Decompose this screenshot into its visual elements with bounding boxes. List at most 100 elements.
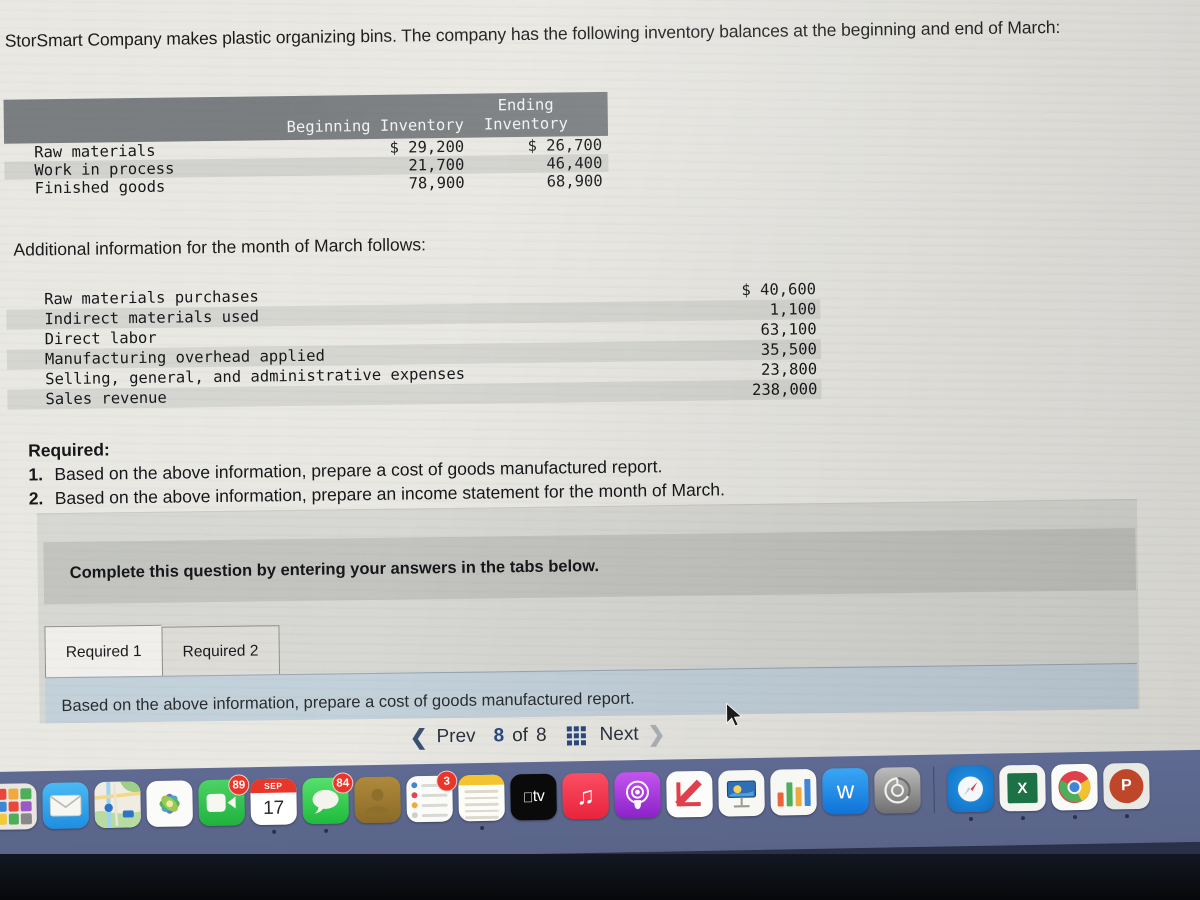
calendar-icon: SEP 17 (250, 778, 298, 826)
row-label: Finished goods (34, 177, 166, 198)
laptop-bezel (0, 854, 1200, 900)
row-beginning-value: 78,900 (408, 173, 465, 193)
row-value: 63,100 (760, 320, 817, 339)
row-ending-value: 68,900 (546, 171, 603, 191)
chevron-left-icon: ❮ (409, 725, 428, 750)
running-indicator (480, 825, 485, 831)
table-header-row: Beginning Inventory Ending Inventory (3, 91, 609, 144)
dock-item-chrome[interactable] (1051, 763, 1098, 820)
row-label: Raw materials purchases (44, 287, 259, 309)
powerpoint-icon: P (1103, 762, 1150, 810)
photos-icon (146, 780, 194, 828)
podcasts-icon (614, 771, 661, 819)
dock-item-system-settings[interactable] (874, 766, 921, 814)
music-icon: ♫ (562, 772, 609, 820)
ending-header-line1: Ending (497, 95, 554, 115)
next-button[interactable]: Next ❯ (599, 722, 665, 748)
dock-separator (933, 766, 935, 813)
macos-dock: 89 SEP 17 84 3 tv ♫ w X P (0, 762, 1150, 846)
dock-item-photos[interactable] (146, 780, 194, 828)
dock-item-notes[interactable] (458, 774, 505, 831)
row-value: 238,000 (751, 380, 818, 400)
prev-button[interactable]: ❮ Prev (410, 724, 476, 750)
panel-instruction-text: Complete this question by entering your … (69, 556, 600, 582)
current-page: 8 (493, 725, 505, 747)
row-ending-value: $ 26,700 (527, 135, 603, 155)
dock-item-powerpoint[interactable]: P (1103, 762, 1150, 819)
excel-icon: X (999, 764, 1046, 812)
reminders-badge: 3 (436, 770, 458, 792)
mouse-cursor (725, 702, 743, 727)
tab-required-1[interactable]: Required 1 (44, 624, 162, 679)
numbers-icon (770, 768, 817, 816)
row-label: Indirect materials used (44, 307, 260, 329)
dock-item-music[interactable]: ♫ (562, 772, 609, 820)
column-header-beginning-inventory: Beginning Inventory (286, 115, 465, 137)
running-indicator (1072, 815, 1078, 820)
running-indicator (272, 829, 277, 834)
gear-icon (874, 766, 921, 814)
dock-item-launchpad[interactable] (0, 783, 38, 830)
facetime-badge: 89 (228, 774, 250, 796)
running-indicator (324, 828, 329, 833)
column-header-ending-inventory: Ending Inventory (446, 95, 606, 135)
macos-dock-area: 89 SEP 17 84 3 tv ♫ w X P (0, 749, 1200, 870)
dock-item-safari[interactable] (947, 765, 994, 822)
row-label: Work in process (34, 159, 175, 180)
grid-icon[interactable] (566, 725, 586, 745)
row-label: Direct labor (44, 328, 157, 349)
keynote-icon (718, 769, 765, 817)
dock-item-app-store[interactable]: w (822, 767, 869, 815)
required-list: 1. Based on the above information, prepa… (28, 454, 725, 511)
dock-item-keynote[interactable] (718, 769, 765, 817)
dock-item-messages[interactable]: 84 (302, 772, 354, 833)
news-icon (666, 770, 713, 818)
notes-icon (458, 774, 505, 822)
calendar-day: 17 (262, 797, 285, 819)
question-pager: ❮ Prev 8 of 8 Next ❯ (410, 707, 811, 762)
prev-label: Prev (436, 725, 476, 748)
question-intro-text: StorSmart Company makes plastic organizi… (4, 16, 1061, 51)
panel-instruction-banner: Complete this question by entering your … (43, 528, 1137, 605)
dock-item-reminders[interactable]: 3 (406, 770, 458, 823)
dock-item-apple-tv[interactable]: tv (510, 773, 557, 821)
additional-information-table: Raw materials purchases $ 40,600 Indirec… (6, 279, 822, 410)
row-value: 23,800 (760, 360, 818, 379)
mail-icon (42, 782, 90, 830)
row-ending-value: 46,400 (546, 153, 603, 173)
maps-icon (94, 781, 142, 829)
row-label: Sales revenue (45, 388, 167, 409)
of-label: of (512, 724, 529, 747)
tab-label: Required 2 (182, 641, 259, 660)
additional-information-title: Additional information for the month of … (13, 234, 426, 260)
powerpoint-label: P (1109, 768, 1144, 804)
tab-required-2[interactable]: Required 2 (161, 625, 280, 677)
running-indicator (1124, 814, 1130, 819)
dock-item-podcasts[interactable] (614, 771, 661, 819)
safari-icon (947, 765, 994, 813)
dock-item-excel[interactable]: X (999, 764, 1046, 821)
running-indicator (1020, 816, 1026, 821)
row-value: 35,500 (760, 340, 817, 359)
required-section: Required: 1. Based on the above informat… (28, 430, 725, 511)
inventory-balances-table: Beginning Inventory Ending Inventory Raw… (3, 91, 609, 198)
dock-item-facetime[interactable]: 89 (198, 774, 250, 827)
launchpad-icon (0, 783, 38, 830)
next-label: Next (599, 723, 639, 746)
dock-item-maps[interactable] (94, 781, 142, 829)
ending-header-line2: Inventory (483, 114, 568, 134)
item-number: 2. (28, 488, 44, 509)
dock-item-calendar[interactable]: SEP 17 (250, 778, 298, 834)
dock-item-numbers[interactable] (770, 768, 817, 816)
row-value: 1,100 (769, 300, 817, 319)
dock-item-contacts[interactable] (354, 776, 401, 824)
dock-item-news[interactable] (666, 770, 713, 818)
row-label: Raw materials (34, 141, 156, 162)
apple-tv-icon: tv (510, 773, 557, 821)
contacts-icon (354, 776, 401, 824)
answer-panel: Complete this question by entering your … (36, 498, 1140, 724)
row-value: $ 40,600 (741, 280, 817, 300)
laptop-screen-content: StorSmart Company makes plastic organizi… (0, 0, 1200, 794)
dock-item-mail[interactable] (42, 782, 90, 830)
tab-label: Required 1 (65, 642, 142, 661)
